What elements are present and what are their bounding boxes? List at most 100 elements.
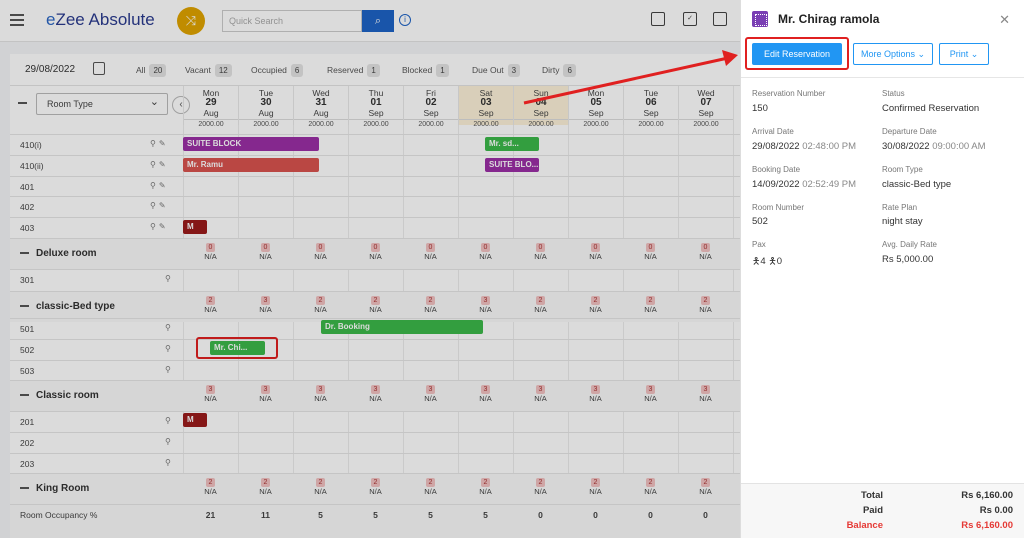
availability-cell[interactable]: 2 N/A [513,477,568,496]
availability-cell[interactable]: 2 N/A [293,477,348,496]
room-type-select[interactable]: Room Type [36,93,168,115]
collapse-all-icon[interactable] [18,102,27,104]
room-number: 201 [20,417,35,427]
availability-cell[interactable]: 3 N/A [403,384,458,403]
availability-cell[interactable]: 0 N/A [568,242,623,261]
availability-cell[interactable]: 3 N/A [348,384,403,403]
search-button[interactable]: ⌕ [362,10,394,32]
availability-cell[interactable]: 2 N/A [183,477,238,496]
filter-blocked[interactable]: Blocked 1 [402,64,449,77]
room-status-icons[interactable]: ⚲✎ [150,181,169,190]
room-status-icons[interactable]: ⚲✎ [150,139,169,148]
availability-cell[interactable]: 2 N/A [293,295,348,314]
calendar-check-icon[interactable]: ✓ [683,12,697,26]
availability-cell[interactable]: 2 N/A [348,295,403,314]
current-date[interactable]: 29/08/2022 [25,64,75,75]
availability-cell[interactable]: 0 N/A [403,242,458,261]
reservation-icon [752,11,768,27]
date-picker-icon[interactable] [93,62,105,75]
print-button[interactable]: Print ⌄ [939,43,989,65]
room-status-icons[interactable]: ⚲ [165,416,174,425]
availability-cell[interactable]: 2 N/A [183,295,238,314]
room-status-icons[interactable]: ⚲✎ [150,160,169,169]
availability-cell[interactable]: 2 N/A [678,295,733,314]
availability-cell[interactable]: 3 N/A [183,384,238,403]
availability-cell[interactable]: 3 N/A [293,384,348,403]
status-value: Confirmed Reservation [882,103,980,114]
availability-cell[interactable]: 3 N/A [238,295,293,314]
room-status-icons[interactable]: ⚲ [165,323,174,332]
booking-suite-block_2[interactable]: SUITE BLO... [485,158,539,172]
filter-due-out[interactable]: Due Out 3 [472,64,521,77]
filter-vacant[interactable]: Vacant 12 [185,64,232,77]
booking-m2[interactable]: M [183,413,207,427]
room-grid: Room Type ‹ Mon29Aug2000.00Tue30Aug2000.… [10,86,740,538]
availability-cell[interactable]: 2 N/A [678,477,733,496]
calendar-add-icon[interactable] [651,12,665,26]
menu-icon[interactable] [10,14,24,26]
availability-cell[interactable]: 2 N/A [513,295,568,314]
availability-cell[interactable]: 0 N/A [678,242,733,261]
availability-cell[interactable]: 2 N/A [403,295,458,314]
availability-cell[interactable]: 2 N/A [458,477,513,496]
availability-cell[interactable]: 0 N/A [238,242,293,261]
filter-occupied[interactable]: Occupied 6 [251,64,304,77]
close-icon[interactable]: ✕ [999,12,1010,28]
room-status-icons[interactable]: ⚲ [165,458,174,467]
availability-cell[interactable]: 3 N/A [458,295,513,314]
booking-mr-sd[interactable]: Mr. sd... [485,137,539,151]
room-status-icons[interactable]: ⚲ [165,274,174,283]
room-status-icons[interactable]: ⚲✎ [150,222,169,231]
filter-reserved[interactable]: Reserved 1 [327,64,380,77]
info-icon[interactable]: i [399,14,411,26]
availability-cell[interactable]: 3 N/A [238,384,293,403]
room-status-icons[interactable]: ⚲ [165,437,174,446]
filter-dirty[interactable]: Dirty 6 [542,64,576,77]
calendar-icon[interactable] [713,12,727,26]
availability-cell[interactable]: 2 N/A [403,477,458,496]
day-header: Mon 05 Sep 2000.00 [568,86,623,128]
availability-cell[interactable]: 3 N/A [623,384,678,403]
filter-all[interactable]: All 20 [136,64,167,77]
room-number: 503 [20,366,35,376]
paid-value: Rs 0.00 [979,505,1013,516]
more-options-button[interactable]: More Options ⌄ [853,43,933,65]
availability-cell[interactable]: 3 N/A [678,384,733,403]
edit-reservation-button[interactable]: Edit Reservation [752,43,842,65]
availability-cell[interactable]: 0 N/A [348,242,403,261]
reservation-number-label: Reservation Number [752,89,826,98]
availability-cell[interactable]: 0 N/A [183,242,238,261]
availability-cell[interactable]: 0 N/A [513,242,568,261]
room-number-value: 502 [752,216,768,227]
rate-plan-value: night stay [882,216,923,227]
booking-m1[interactable]: M [183,220,207,234]
occupancy-value: 5 [428,510,433,520]
collapse-group-icon[interactable] [20,252,29,254]
availability-cell[interactable]: 2 N/A [568,295,623,314]
shuffle-icon[interactable]: ⤨ [177,7,205,35]
collapse-group-icon[interactable] [20,487,29,489]
availability-cell[interactable]: 2 N/A [623,477,678,496]
availability-cell[interactable]: 3 N/A [568,384,623,403]
availability-cell[interactable]: 2 N/A [348,477,403,496]
availability-cell[interactable]: 3 N/A [513,384,568,403]
room-status-icons[interactable]: ⚲ [165,365,174,374]
rate-plan-label: Rate Plan [882,203,918,212]
booking-dr-booking[interactable]: Dr. Booking [321,320,483,334]
room-status-icons[interactable]: ⚲ [165,344,174,353]
availability-cell[interactable]: 0 N/A [458,242,513,261]
availability-cell[interactable]: 0 N/A [293,242,348,261]
collapse-group-icon[interactable] [20,305,29,307]
availability-cell[interactable]: 2 N/A [238,477,293,496]
booking-suite-block_1[interactable]: SUITE BLOCK [183,137,319,151]
booking-mr-ramu[interactable]: Mr. Ramu [183,158,319,172]
day-header: Wed 31 Aug 2000.00 [293,86,348,128]
reservation-panel: Mr. Chirag ramola ✕ Edit Reservation Mor… [740,0,1024,538]
availability-cell[interactable]: 3 N/A [458,384,513,403]
availability-cell[interactable]: 2 N/A [568,477,623,496]
availability-cell[interactable]: 0 N/A [623,242,678,261]
search-input[interactable]: Quick Search [222,10,362,32]
availability-cell[interactable]: 2 N/A [623,295,678,314]
room-status-icons[interactable]: ⚲✎ [150,201,169,210]
collapse-group-icon[interactable] [20,394,29,396]
